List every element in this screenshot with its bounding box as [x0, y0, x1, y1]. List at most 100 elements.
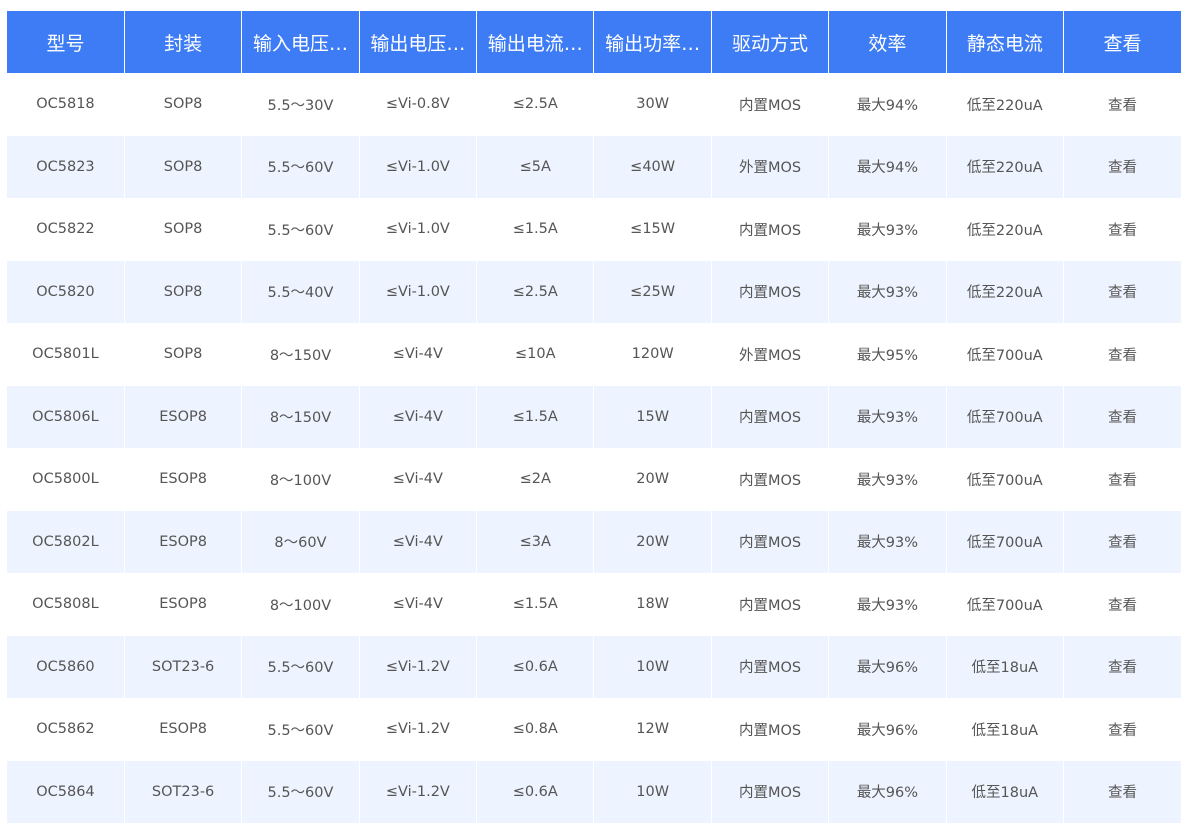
- cell-model: OC5864: [7, 760, 125, 823]
- cell-output-current: ≤2.5A: [476, 73, 595, 136]
- cell-drive-mode: 外置MOS: [711, 323, 830, 386]
- view-link[interactable]: 查看: [1108, 723, 1137, 739]
- cell-efficiency: 最大93%: [828, 510, 947, 573]
- cell-drive-mode: 内置MOS: [711, 198, 830, 261]
- cell-package: SOP8: [124, 135, 243, 198]
- view-cell: 查看: [1063, 573, 1181, 636]
- view-cell: 查看: [1063, 323, 1181, 386]
- cell-input-voltage: 8～60V: [241, 510, 360, 573]
- cell-quiescent-current: 低至18uA: [946, 760, 1065, 823]
- table-body: OC5818 SOP8 5.5～30V ≤Vi-0.8V ≤2.5A 30W 内置MOS 最大…: [7, 73, 1181, 823]
- cell-package: SOT23-6: [124, 635, 243, 698]
- view-cell: 查看: [1063, 510, 1181, 573]
- cell-drive-mode: 内置MOS: [711, 73, 830, 136]
- table-row: OC5820 SOP8 5.5～40V ≤Vi-1.0V ≤2.5A ≤25W 内置MOS 最…: [7, 260, 1181, 323]
- cell-output-current: ≤5A: [476, 135, 595, 198]
- table-row: OC5860 SOT23-6 5.5～60V ≤Vi-1.2V ≤0.6A 10W 内置MO…: [7, 635, 1181, 698]
- view-link[interactable]: 查看: [1108, 598, 1137, 614]
- view-link[interactable]: 查看: [1108, 473, 1137, 489]
- table-row: OC5802L ESOP8 8～60V ≤Vi-4V ≤3A 20W 内置MOS 最大93% 低…: [7, 510, 1181, 573]
- cell-output-power: 12W: [593, 698, 712, 761]
- header-drive-mode[interactable]: 驱动方式: [711, 11, 830, 73]
- view-cell: 查看: [1063, 448, 1181, 511]
- cell-drive-mode: 内置MOS: [711, 385, 830, 448]
- cell-package: SOP8: [124, 260, 243, 323]
- view-link[interactable]: 查看: [1108, 660, 1137, 676]
- cell-output-power: ≤15W: [593, 198, 712, 261]
- view-cell: 查看: [1063, 73, 1181, 136]
- view-link[interactable]: 查看: [1108, 285, 1137, 301]
- cell-drive-mode: 内置MOS: [711, 448, 830, 511]
- cell-output-current: ≤3A: [476, 510, 595, 573]
- table-row: OC5864 SOT23-6 5.5～60V ≤Vi-1.2V ≤0.6A 10W 内置MO…: [7, 760, 1181, 823]
- cell-model: OC5862: [7, 698, 125, 761]
- cell-package: ESOP8: [124, 510, 243, 573]
- cell-efficiency: 最大93%: [828, 260, 947, 323]
- cell-package: ESOP8: [124, 448, 243, 511]
- cell-efficiency: 最大94%: [828, 73, 947, 136]
- cell-efficiency: 最大93%: [828, 448, 947, 511]
- cell-output-voltage: ≤Vi-4V: [359, 385, 478, 448]
- header-efficiency[interactable]: 效率: [828, 11, 947, 73]
- header-input-voltage[interactable]: 输入电压…: [241, 11, 360, 73]
- cell-model: OC5820: [7, 260, 125, 323]
- product-table-container: 型号 封装 输入电压… 输出电压… 输出电流… 输出功率… 驱动方式 效率 静态…: [7, 11, 1181, 823]
- cell-quiescent-current: 低至220uA: [946, 73, 1065, 136]
- view-link[interactable]: 查看: [1108, 410, 1137, 426]
- view-link[interactable]: 查看: [1108, 535, 1137, 551]
- cell-efficiency: 最大96%: [828, 635, 947, 698]
- cell-model: OC5822: [7, 198, 125, 261]
- cell-output-power: ≤40W: [593, 135, 712, 198]
- view-cell: 查看: [1063, 135, 1181, 198]
- cell-input-voltage: 5.5～60V: [241, 198, 360, 261]
- header-model[interactable]: 型号: [7, 11, 125, 73]
- cell-package: ESOP8: [124, 573, 243, 636]
- cell-quiescent-current: 低至700uA: [946, 448, 1065, 511]
- cell-quiescent-current: 低至700uA: [946, 573, 1065, 636]
- cell-drive-mode: 内置MOS: [711, 635, 830, 698]
- cell-package: ESOP8: [124, 698, 243, 761]
- view-link[interactable]: 查看: [1108, 223, 1137, 239]
- cell-output-power: ≤25W: [593, 260, 712, 323]
- cell-output-current: ≤2A: [476, 448, 595, 511]
- table-header: 型号 封装 输入电压… 输出电压… 输出电流… 输出功率… 驱动方式 效率 静态…: [7, 11, 1181, 73]
- header-output-current[interactable]: 输出电流…: [476, 11, 595, 73]
- cell-model: OC5818: [7, 73, 125, 136]
- cell-output-voltage: ≤Vi-1.2V: [359, 698, 478, 761]
- view-link[interactable]: 查看: [1108, 98, 1137, 114]
- cell-output-current: ≤2.5A: [476, 260, 595, 323]
- cell-quiescent-current: 低至18uA: [946, 635, 1065, 698]
- cell-package: SOP8: [124, 323, 243, 386]
- cell-efficiency: 最大93%: [828, 198, 947, 261]
- cell-quiescent-current: 低至220uA: [946, 135, 1065, 198]
- view-link[interactable]: 查看: [1108, 160, 1137, 176]
- cell-input-voltage: 5.5～30V: [241, 73, 360, 136]
- cell-package: SOP8: [124, 198, 243, 261]
- cell-input-voltage: 8～100V: [241, 573, 360, 636]
- header-package[interactable]: 封装: [124, 11, 243, 73]
- cell-model: OC5801L: [7, 323, 125, 386]
- cell-efficiency: 最大94%: [828, 135, 947, 198]
- view-link[interactable]: 查看: [1108, 348, 1137, 364]
- cell-output-current: ≤1.5A: [476, 573, 595, 636]
- cell-efficiency: 最大93%: [828, 385, 947, 448]
- table-row: OC5822 SOP8 5.5～60V ≤Vi-1.0V ≤1.5A ≤15W 内置MOS 最…: [7, 198, 1181, 261]
- table-row: OC5806L ESOP8 8～150V ≤Vi-4V ≤1.5A 15W 内置MOS 最大9…: [7, 385, 1181, 448]
- cell-output-voltage: ≤Vi-4V: [359, 510, 478, 573]
- cell-quiescent-current: 低至220uA: [946, 260, 1065, 323]
- cell-input-voltage: 5.5～60V: [241, 760, 360, 823]
- view-link[interactable]: 查看: [1108, 785, 1137, 801]
- header-output-power[interactable]: 输出功率…: [593, 11, 712, 73]
- view-cell: 查看: [1063, 260, 1181, 323]
- cell-output-current: ≤0.8A: [476, 698, 595, 761]
- view-cell: 查看: [1063, 385, 1181, 448]
- cell-output-voltage: ≤Vi-1.2V: [359, 760, 478, 823]
- cell-efficiency: 最大96%: [828, 698, 947, 761]
- header-output-voltage[interactable]: 输出电压…: [359, 11, 478, 73]
- cell-quiescent-current: 低至700uA: [946, 323, 1065, 386]
- header-quiescent-current[interactable]: 静态电流: [946, 11, 1065, 73]
- view-cell: 查看: [1063, 198, 1181, 261]
- cell-output-power: 15W: [593, 385, 712, 448]
- table-row: OC5801L SOP8 8～150V ≤Vi-4V ≤10A 120W 外置MOS 最大95…: [7, 323, 1181, 386]
- table-row: OC5808L ESOP8 8～100V ≤Vi-4V ≤1.5A 18W 内置MOS 最大9…: [7, 573, 1181, 636]
